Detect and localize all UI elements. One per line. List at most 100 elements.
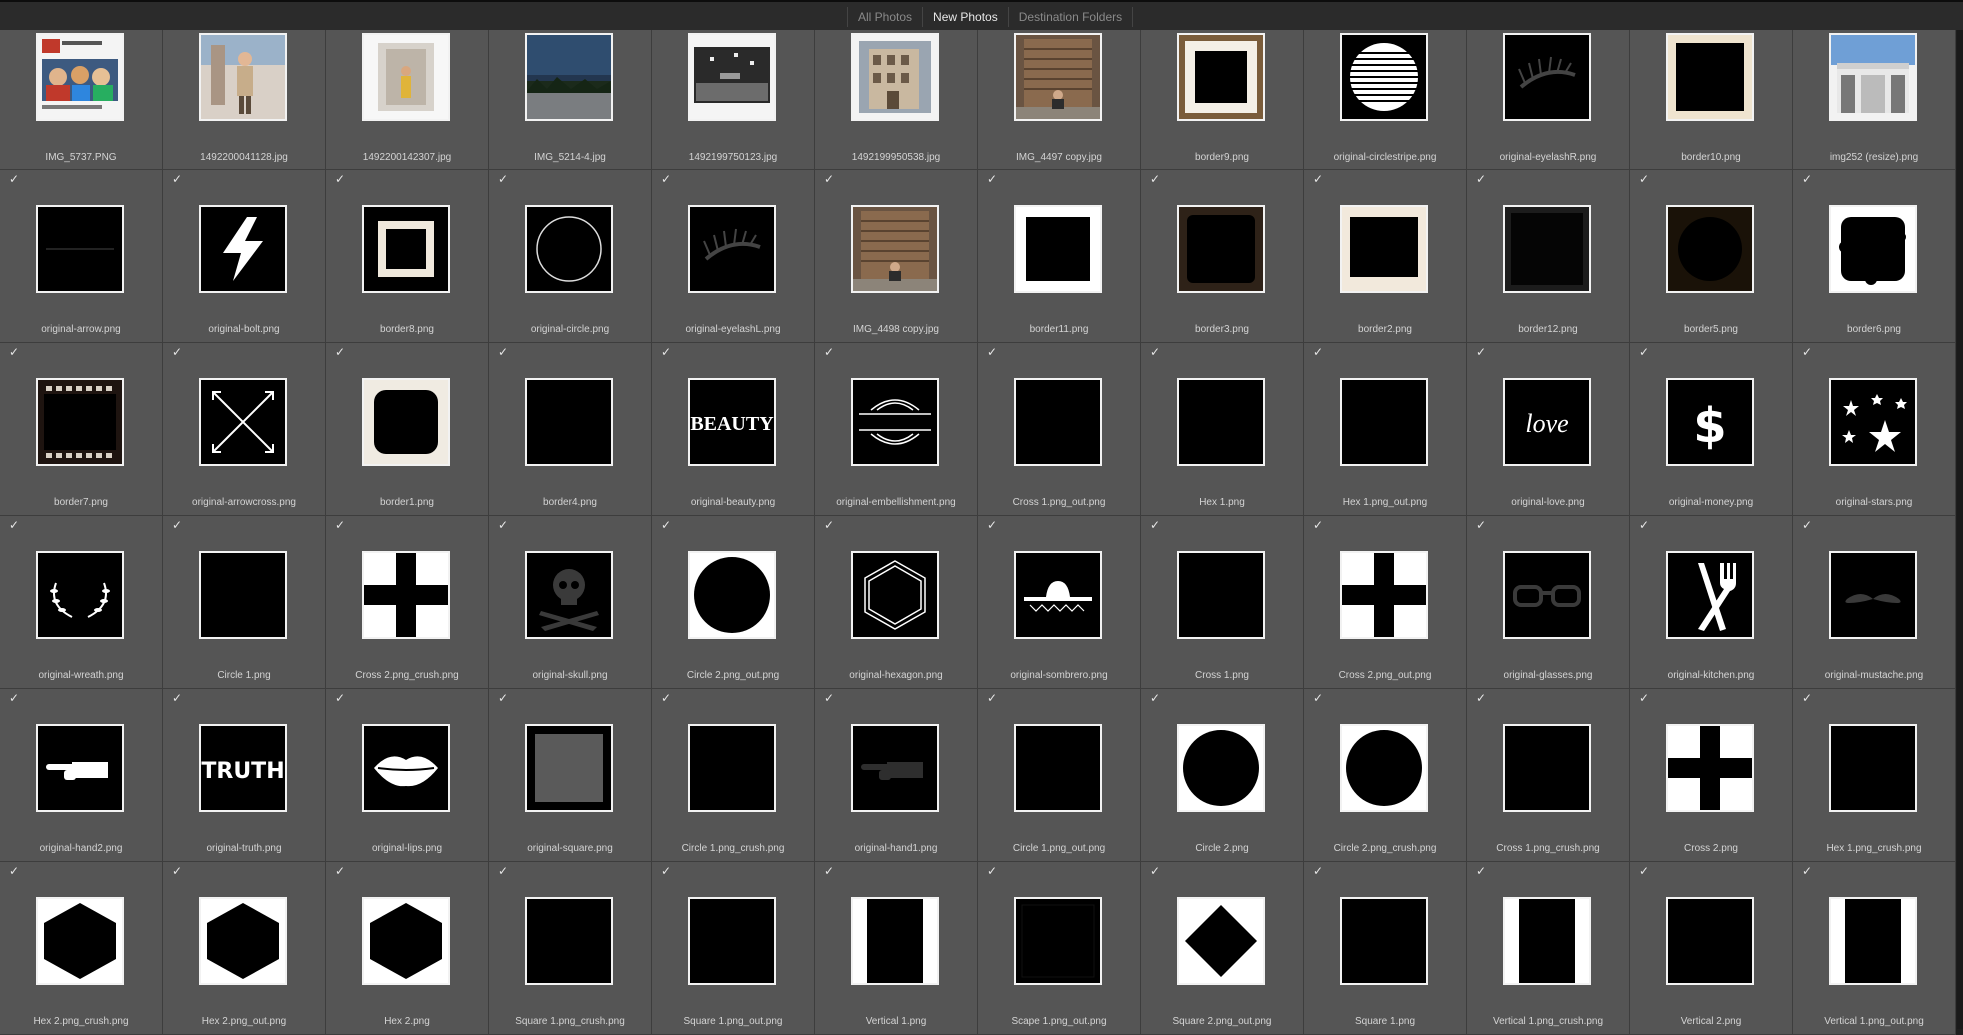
thumbnail[interactable] <box>1177 724 1265 812</box>
tab-new-photos[interactable]: New Photos <box>923 7 1009 27</box>
include-checkbox[interactable]: ✓ <box>1639 346 1651 358</box>
include-checkbox[interactable]: ✓ <box>1639 865 1651 877</box>
thumbnail[interactable] <box>1014 205 1102 293</box>
photo-cell[interactable]: ✓ original-stars.png <box>1793 343 1956 516</box>
thumbnail[interactable] <box>199 33 287 121</box>
photo-cell[interactable]: ✓ original-eyelashL.png <box>652 170 815 343</box>
photo-cell[interactable]: ✓ TRUTH original-truth.png <box>163 689 326 862</box>
photo-cell[interactable]: ✓ IMG_4498 copy.jpg <box>815 170 978 343</box>
thumbnail[interactable] <box>36 724 124 812</box>
include-checkbox[interactable]: ✓ <box>987 865 999 877</box>
include-checkbox[interactable]: ✓ <box>987 346 999 358</box>
photo-cell[interactable]: ✓ Cross 2.png <box>1630 689 1793 862</box>
photo-cell[interactable]: ✓ Hex 2.png_out.png <box>163 862 326 1035</box>
photo-cell[interactable]: ✓ original-lips.png <box>326 689 489 862</box>
thumbnail[interactable] <box>1177 33 1265 121</box>
photo-cell[interactable]: ✓ Circle 1.png_crush.png <box>652 689 815 862</box>
include-checkbox[interactable]: ✓ <box>335 692 347 704</box>
thumbnail[interactable] <box>1666 724 1754 812</box>
thumbnail[interactable] <box>1503 724 1591 812</box>
thumbnail[interactable] <box>1177 897 1265 985</box>
thumbnail[interactable] <box>1014 33 1102 121</box>
include-checkbox[interactable]: ✓ <box>498 519 510 531</box>
include-checkbox[interactable]: ✓ <box>824 346 836 358</box>
thumbnail[interactable] <box>1666 205 1754 293</box>
include-checkbox[interactable]: ✓ <box>1802 346 1814 358</box>
photo-cell[interactable]: ✓ original-bolt.png <box>163 170 326 343</box>
thumbnail[interactable] <box>1340 205 1428 293</box>
include-checkbox[interactable]: ✓ <box>1476 692 1488 704</box>
photo-cell[interactable]: ✓ border12.png <box>1467 170 1630 343</box>
photo-cell[interactable]: ✓ Vertical 1.png_out.png <box>1793 862 1956 1035</box>
photo-cell[interactable]: ✓ Square 1.png <box>1304 862 1467 1035</box>
include-checkbox[interactable]: ✓ <box>498 173 510 185</box>
include-checkbox[interactable]: ✓ <box>1313 173 1325 185</box>
thumbnail[interactable] <box>851 33 939 121</box>
thumbnail[interactable] <box>525 205 613 293</box>
thumbnail[interactable] <box>1666 897 1754 985</box>
photo-cell[interactable]: ✓ border4.png <box>489 343 652 516</box>
photo-cell[interactable]: ✓ original-mustache.png <box>1793 516 1956 689</box>
photo-cell[interactable]: ✓ love original-love.png <box>1467 343 1630 516</box>
thumbnail[interactable] <box>1503 33 1591 121</box>
photo-cell[interactable]: ✓ Vertical 1.png_crush.png <box>1467 862 1630 1035</box>
thumbnail[interactable] <box>1503 551 1591 639</box>
photo-cell[interactable]: ✓ BEAUTY original-beauty.png <box>652 343 815 516</box>
include-checkbox[interactable]: ✓ <box>1802 865 1814 877</box>
include-checkbox[interactable]: ✓ <box>9 519 21 531</box>
photo-cell[interactable]: ✓ Square 1.png_crush.png <box>489 862 652 1035</box>
include-checkbox[interactable]: ✓ <box>335 346 347 358</box>
photo-cell[interactable]: ✓ Cross 2.png_out.png <box>1304 516 1467 689</box>
photo-cell[interactable]: ✓ original-kitchen.png <box>1630 516 1793 689</box>
include-checkbox[interactable]: ✓ <box>1150 865 1162 877</box>
thumbnail[interactable] <box>688 205 776 293</box>
photo-cell[interactable]: ✓ Vertical 1.png <box>815 862 978 1035</box>
thumbnail[interactable] <box>36 551 124 639</box>
thumbnail[interactable] <box>362 724 450 812</box>
thumbnail[interactable] <box>1340 378 1428 466</box>
photo-cell[interactable]: ✓ Cross 2.png_crush.png <box>326 516 489 689</box>
thumbnail[interactable] <box>1340 33 1428 121</box>
thumbnail[interactable] <box>1014 378 1102 466</box>
thumbnail[interactable] <box>688 33 776 121</box>
include-checkbox[interactable]: ✓ <box>1313 519 1325 531</box>
include-checkbox[interactable]: ✓ <box>661 519 673 531</box>
photo-cell[interactable]: ✓ original-hand1.png <box>815 689 978 862</box>
thumbnail[interactable] <box>36 897 124 985</box>
photo-cell[interactable]: ✓ border11.png <box>978 170 1141 343</box>
photo-cell[interactable]: 1492199950538.jpg <box>815 30 978 170</box>
include-checkbox[interactable]: ✓ <box>1802 692 1814 704</box>
include-checkbox[interactable]: ✓ <box>1150 692 1162 704</box>
thumbnail[interactable] <box>1829 378 1917 466</box>
photo-cell[interactable]: ✓ Circle 2.png <box>1141 689 1304 862</box>
photo-cell[interactable]: ✓ Scape 1.png_out.png <box>978 862 1141 1035</box>
include-checkbox[interactable]: ✓ <box>824 865 836 877</box>
thumbnail[interactable] <box>525 724 613 812</box>
include-checkbox[interactable]: ✓ <box>172 346 184 358</box>
thumbnail[interactable] <box>1829 897 1917 985</box>
thumbnail[interactable] <box>1829 205 1917 293</box>
photo-cell[interactable]: ✓ border5.png <box>1630 170 1793 343</box>
thumbnail[interactable] <box>525 551 613 639</box>
photo-cell[interactable]: ✓ Circle 2.png_crush.png <box>1304 689 1467 862</box>
include-checkbox[interactable]: ✓ <box>987 692 999 704</box>
include-checkbox[interactable]: ✓ <box>335 865 347 877</box>
photo-cell[interactable]: ✓ Cross 1.png_crush.png <box>1467 689 1630 862</box>
photo-cell[interactable]: ✓ Cross 1.png_out.png <box>978 343 1141 516</box>
thumbnail[interactable] <box>362 551 450 639</box>
thumbnail[interactable] <box>688 551 776 639</box>
thumbnail[interactable] <box>851 378 939 466</box>
include-checkbox[interactable]: ✓ <box>9 173 21 185</box>
thumbnail[interactable] <box>1829 551 1917 639</box>
photo-cell[interactable]: border10.png <box>1630 30 1793 170</box>
include-checkbox[interactable]: ✓ <box>661 173 673 185</box>
thumbnail[interactable] <box>36 33 124 121</box>
photo-cell[interactable]: ✓ Hex 2.png <box>326 862 489 1035</box>
photo-cell[interactable]: ✓ original-square.png <box>489 689 652 862</box>
include-checkbox[interactable]: ✓ <box>1802 173 1814 185</box>
thumbnail[interactable] <box>362 897 450 985</box>
thumbnail[interactable] <box>1177 205 1265 293</box>
photo-cell[interactable]: ✓ Circle 1.png <box>163 516 326 689</box>
photo-cell[interactable]: ✓ original-arrowcross.png <box>163 343 326 516</box>
photo-cell[interactable]: ✓ border7.png <box>0 343 163 516</box>
